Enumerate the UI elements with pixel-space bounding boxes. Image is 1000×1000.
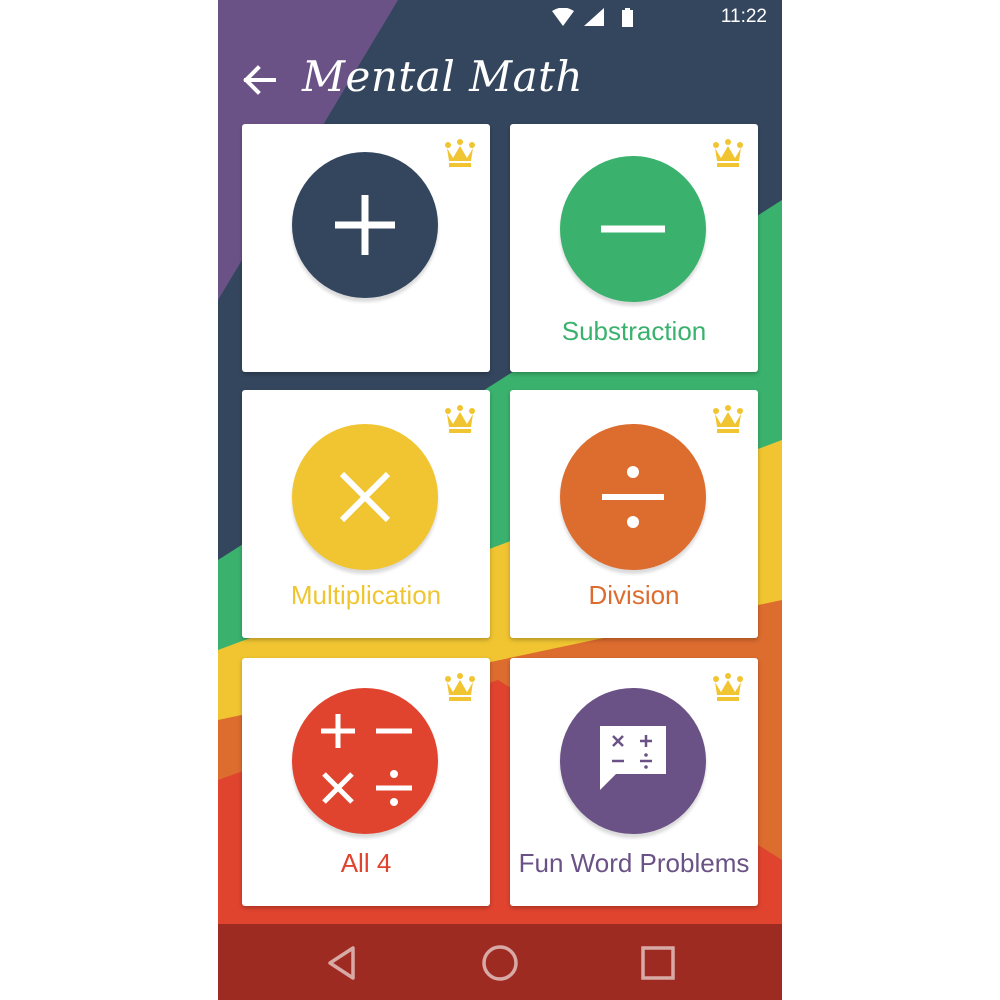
app-toolbar: Mental Math [218,36,782,124]
status-bar: 11:22 [218,0,782,36]
crown-icon [445,139,475,167]
card-label: Fun Word Problems [518,848,750,878]
card-addition[interactable] [242,124,490,372]
card-division[interactable]: Division [510,390,758,638]
plus-icon [335,195,395,255]
card-label: Division [588,580,680,610]
back-triangle-icon [328,946,355,980]
battery-icon [622,8,633,27]
card-label: All 4 [340,848,392,878]
card-label: Substraction [561,316,707,346]
recents-square-icon [641,946,675,980]
signal-icon [584,8,604,26]
back-button[interactable] [238,60,282,100]
status-time: 11:22 [720,6,767,27]
crown-icon [713,139,743,167]
crown-icon [713,673,743,701]
phone-screen: 11:22 Mental Math Substraction Multiplic… [218,0,782,1000]
status-icons [552,8,633,27]
subtraction-circle [560,156,706,302]
card-all-four[interactable]: All 4 [242,658,490,906]
card-word-problems[interactable]: Fun Word Problems [510,658,758,906]
multiplication-circle [292,424,438,570]
card-label: Multiplication [290,580,442,610]
crown-icon [445,673,475,701]
crown-icon [713,405,743,433]
speech-bubble-operations-icon [600,726,666,790]
card-multiplication[interactable]: Multiplication [242,390,490,638]
wifi-icon [552,8,574,26]
crown-icon [445,405,475,433]
division-circle [560,424,706,570]
nav-back-button[interactable] [323,942,365,984]
all-four-circle [292,688,438,834]
minus-icon [601,225,665,233]
system-nav-bar [218,924,782,1000]
nav-home-button[interactable] [479,942,521,984]
page-title: Mental Math [302,52,584,101]
home-circle-icon [482,945,518,981]
back-arrow-icon [243,65,276,95]
times-icon [339,471,391,523]
word-problems-circle [560,688,706,834]
card-subtraction[interactable]: Substraction [510,124,758,372]
addition-circle [292,152,438,298]
all-operations-icon [321,714,412,806]
divide-icon [602,466,664,528]
nav-recents-button[interactable] [637,942,679,984]
